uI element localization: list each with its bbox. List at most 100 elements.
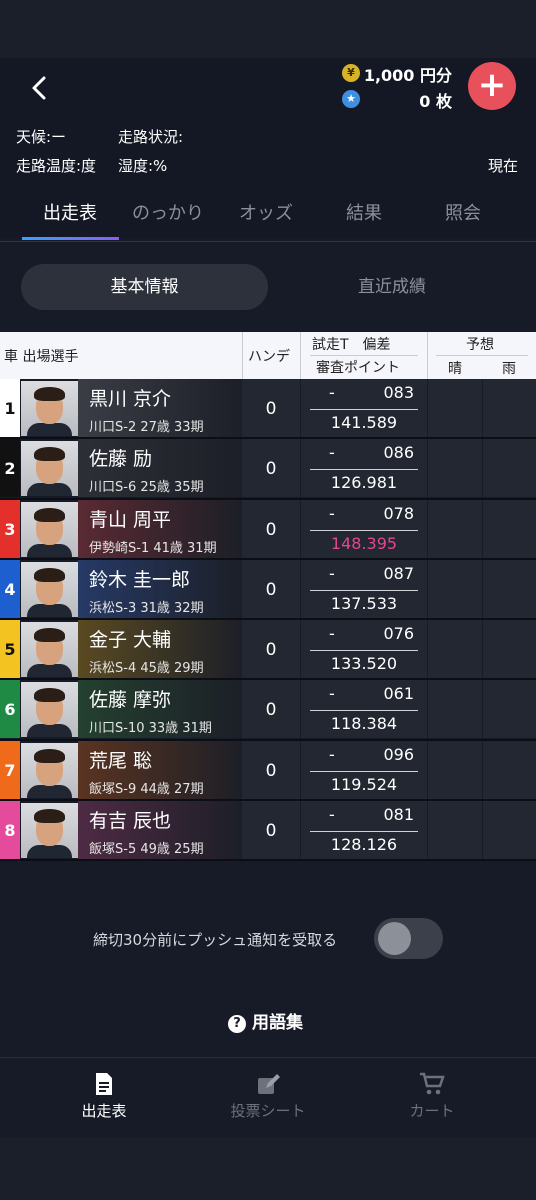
trial-divider — [310, 650, 418, 652]
rider-cell: 黒川 京介 川口S-2 27歳 33期 — [78, 379, 242, 437]
rider-cell: 有吉 辰也 飯塚S-5 49歳 25期 — [78, 801, 242, 860]
rider-cell: 鈴木 圭一郎 浜松S-3 31歳 32期 — [78, 559, 242, 618]
car-number: 8 — [0, 801, 20, 860]
rider-meta: 川口S-2 27歳 33期 — [89, 420, 204, 435]
deviation: 083 — [383, 383, 414, 402]
trial-time: - — [329, 443, 335, 463]
trial-time: - — [329, 563, 335, 583]
coin-balance: 1,000 円分 — [363, 66, 452, 85]
rider-cell: 青山 周平伊勢崎S-1 41歳 31期 — [78, 499, 242, 558]
table-row[interactable]: 4 鈴木 圭一郎 浜松S-3 31歳 32期 0-087 137.533 — [0, 559, 536, 621]
prediction-rain — [483, 680, 536, 739]
track-state-label: 走路状況: — [118, 128, 184, 146]
prediction-sunny — [428, 740, 482, 799]
header-subline — [310, 355, 418, 356]
tab-bar: 出走表 のっかり オッズ 結果 照会 — [0, 195, 536, 241]
review-points: 128.126 — [330, 835, 398, 855]
nav-vote-sheet[interactable]: 投票シート — [188, 1072, 348, 1121]
question-circle-icon: ? — [228, 1015, 246, 1033]
handicap-value: 0 — [242, 680, 300, 739]
tab-results[interactable]: 結果 — [314, 199, 414, 225]
ticket-count: 0 枚 — [419, 92, 452, 111]
prediction-sunny — [428, 559, 482, 618]
rider-name: 佐藤 励 — [89, 448, 153, 471]
tab-nokkari[interactable]: のっかり — [118, 199, 218, 225]
handicap-value: 0 — [242, 439, 300, 498]
header-points: 審査ポイント — [316, 360, 400, 376]
deviation: 086 — [383, 443, 414, 463]
prediction-rain — [483, 801, 536, 860]
prediction-rain — [483, 379, 536, 437]
now-label: 現在 — [488, 157, 519, 175]
rider-photo — [21, 803, 78, 859]
segment-basic-info[interactable]: 基本情報 — [21, 264, 268, 310]
nav-race-card-label: 出走表 — [81, 1102, 127, 1120]
tab-race-card[interactable]: 出走表 — [20, 199, 120, 225]
table-row[interactable]: 8 有吉 辰也 飯塚S-5 49歳 25期 0 - 081 128.126 — [0, 801, 536, 862]
car-number: 6 — [0, 680, 20, 739]
weather-label: 天候:ー — [16, 128, 67, 146]
rider-name: 金子 大輔 — [89, 629, 172, 652]
trial-cell: - 061 118.384 — [301, 680, 427, 739]
rider-name: 青山 周平 — [89, 508, 172, 531]
table-row[interactable]: 3 青山 周平 伊勢崎S-1 41歳 31期 0-078 148.395 — [0, 499, 536, 560]
nav-cart[interactable]: カート — [352, 1072, 512, 1121]
trial-cell: - 078 148.395 — [301, 499, 427, 558]
document-icon — [24, 1072, 184, 1098]
rider-meta: 伊勢崎S-1 41歳 31期 — [89, 540, 217, 556]
trial-cell: - 083 141.589 — [301, 379, 427, 437]
prediction-sunny — [428, 620, 482, 679]
rider-name: 鈴木 圭一郎 — [89, 568, 191, 591]
rider-photo — [21, 622, 78, 678]
table-row[interactable]: 2 佐藤 励川口S-6 25歳 35期 0-086 126.981 — [0, 439, 536, 500]
tab-odds[interactable]: オッズ — [216, 199, 316, 225]
prediction-sunny — [428, 499, 482, 558]
add-coin-button[interactable]: + — [468, 62, 516, 110]
deviation: 078 — [383, 503, 414, 523]
rider-photo — [21, 682, 78, 738]
car-number: 3 — [0, 499, 20, 558]
prediction-rain — [483, 740, 536, 799]
trial-divider — [310, 469, 418, 471]
pencil-icon — [188, 1072, 348, 1098]
header-subline — [436, 355, 528, 356]
tab-inquiry[interactable]: 照会 — [413, 199, 513, 225]
handicap-value: 0 — [242, 801, 300, 860]
handicap-value: 0 — [242, 379, 300, 437]
prediction-sunny — [428, 801, 482, 860]
nav-vote-sheet-label: 投票シート — [230, 1102, 306, 1120]
rider-meta: 川口S-10 33歳 31期 — [89, 721, 212, 737]
trial-cell: - 081 128.126 — [301, 801, 427, 860]
trial-divider — [310, 589, 418, 591]
header-hande: ハンデ — [248, 349, 290, 365]
back-button[interactable] — [22, 70, 58, 106]
rider-name: 佐藤 摩弥 — [89, 689, 172, 712]
header-divider — [427, 332, 428, 379]
handicap-value: 0 — [242, 559, 300, 618]
push-notification-toggle[interactable] — [374, 918, 443, 959]
toggle-knob — [378, 922, 411, 955]
header-prediction: 予想 — [466, 337, 494, 353]
rider-cell: 金子 大輔 浜松S-4 45歳 29期 — [78, 620, 242, 679]
rider-name: 有吉 辰也 — [89, 810, 172, 833]
race-card-table: 1 黒川 京介 川口S-2 27歳 33期 0-083 141.589 2 佐藤 励川口S-… — [0, 379, 536, 862]
car-number: 4 — [0, 559, 20, 618]
cart-icon — [352, 1072, 512, 1098]
deviation: 081 — [383, 805, 414, 825]
track-temp-label: 走路温度:度 — [16, 157, 97, 175]
table-row[interactable]: 1 黒川 京介 川口S-2 27歳 33期 0-083 141.589 — [0, 379, 536, 440]
review-points: 119.524 — [330, 774, 398, 794]
rider-cell: 佐藤 摩弥川口S-10 33歳 31期 — [78, 680, 242, 739]
glossary-link[interactable]: ? 用語集 — [228, 1008, 303, 1033]
nav-race-card[interactable]: 出走表 — [24, 1072, 184, 1121]
table-row[interactable]: 5 金子 大輔 浜松S-4 45歳 29期 0-076 133.520 — [0, 620, 536, 681]
active-tab-indicator — [22, 237, 119, 240]
table-row[interactable]: 6 佐藤 摩弥 川口S-10 33歳 31期 0-061 118.384 — [0, 680, 536, 741]
header-rider: 車 出場選手 — [4, 349, 79, 365]
segment-recent-results[interactable]: 直近成績 — [290, 264, 494, 310]
trial-time: - — [329, 805, 335, 825]
glossary-label: 用語集 — [252, 1013, 303, 1033]
rider-photo — [21, 381, 78, 436]
prediction-rain — [483, 620, 536, 679]
table-row[interactable]: 7 荒尾 聡飯塚S-9 44歳 27期 0-096 119.524 — [0, 740, 536, 802]
